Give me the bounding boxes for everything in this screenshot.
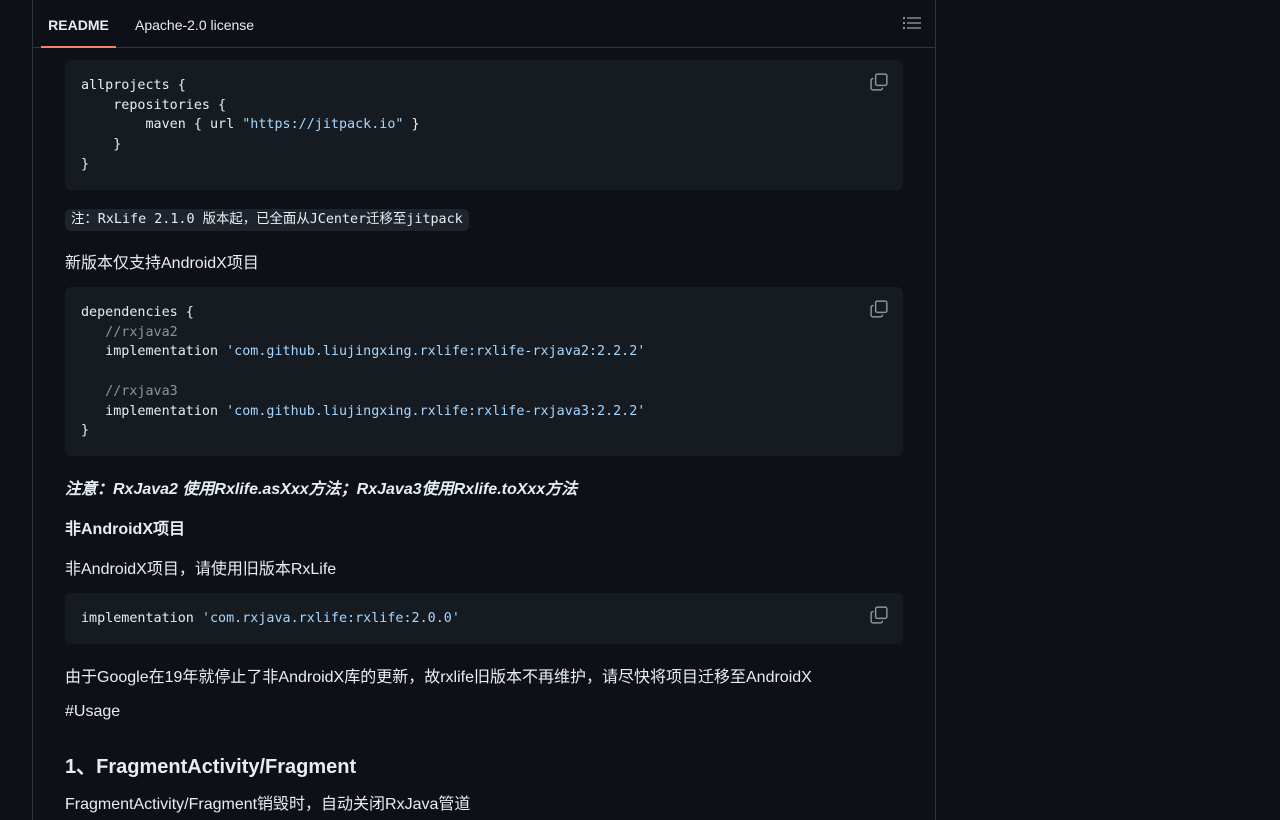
paragraph-non-androidx: 非AndroidX项目，请使用旧版本RxLife [65, 561, 337, 578]
heading-non-androidx: 非AndroidX项目 [65, 521, 185, 538]
tab-readme[interactable]: README [41, 0, 116, 48]
paragraph-androidx-only: 新版本仅支持AndroidX项目 [65, 255, 259, 272]
heading-fragment: 1、FragmentActivity/Fragment [65, 756, 357, 778]
copy-icon[interactable] [870, 606, 888, 624]
copy-icon[interactable] [870, 73, 888, 91]
code-block-dependencies: dependencies { //rxjava2 implementation … [65, 287, 903, 456]
inline-code-note: 注：RxLife 2.1.0 版本起，已全面从JCenter迁移至jitpack [65, 209, 469, 231]
copy-icon[interactable] [870, 300, 888, 318]
code-text: allprojects { repositories { maven { url… [81, 78, 420, 172]
tab-license[interactable]: Apache-2.0 license [135, 0, 254, 47]
attention-note: 注意：RxJava2 使用Rxlife.asXxx方法；RxJava3使用Rxl… [65, 481, 578, 498]
list-unordered-icon[interactable] [903, 15, 921, 31]
readme-panel: README Apache-2.0 license allprojects { … [32, 0, 936, 820]
paragraph-fragment: FragmentActivity/Fragment销毁时，自动关闭RxJava管… [65, 796, 471, 813]
usage-label: #Usage [65, 703, 121, 720]
code-block-allprojects: allprojects { repositories { maven { url… [65, 60, 903, 190]
paragraph-google: 由于Google在19年就停止了非AndroidX库的更新，故rxlife旧版本… [65, 669, 812, 686]
code-text: dependencies { //rxjava2 implementation … [81, 305, 646, 439]
code-text: implementation 'com.rxjava.rxlife:rxlife… [81, 611, 460, 626]
code-block-implementation: implementation 'com.rxjava.rxlife:rxlife… [65, 593, 903, 644]
readme-tab-bar: README Apache-2.0 license [33, 0, 935, 48]
